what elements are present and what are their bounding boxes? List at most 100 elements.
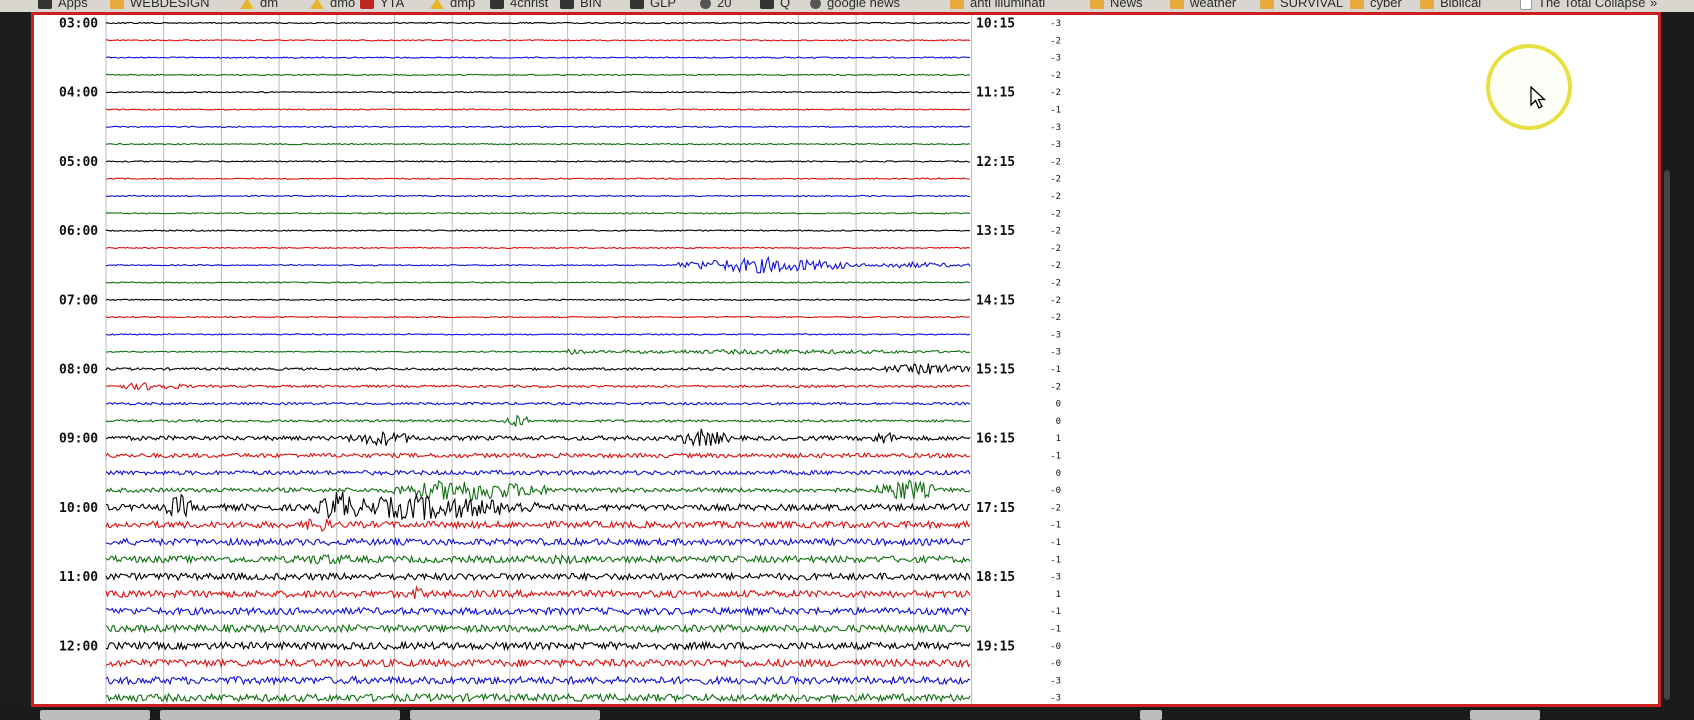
trace-scale-value: 0 <box>1056 400 1061 410</box>
bookmark-yta[interactable]: YTA <box>360 0 404 11</box>
bookmark-20[interactable]: 20 <box>700 0 731 11</box>
seismic-trace <box>105 281 971 284</box>
seismic-trace <box>105 333 971 336</box>
trace-scale-value: -2 <box>1050 175 1061 185</box>
seismic-trace <box>105 536 971 548</box>
bookmark-apps[interactable]: Apps <box>38 0 88 11</box>
taskbar-item[interactable] <box>410 710 600 720</box>
taskbar-item[interactable] <box>1140 710 1162 720</box>
trace-scale-value: -3 <box>1050 19 1061 29</box>
left-time-label: 11:00 <box>59 570 98 585</box>
seismic-trace <box>105 177 971 180</box>
bookmark-label: Apps <box>58 0 88 10</box>
trace-scale-value: -2 <box>1050 88 1061 98</box>
bookmark-label: 4christ <box>510 0 549 10</box>
seismic-trace <box>105 142 971 146</box>
left-time-label: 10:00 <box>59 501 98 516</box>
bookmark-dmo[interactable]: dmo <box>310 0 355 11</box>
seismic-trace <box>105 605 970 617</box>
folder-icon <box>1090 0 1104 10</box>
trace-scale-value: -0 <box>1050 486 1061 496</box>
bookmark-label: News <box>1110 0 1143 10</box>
seismic-trace <box>105 194 971 198</box>
seismic-trace <box>105 491 971 521</box>
mouse-cursor-icon <box>1530 86 1547 109</box>
trace-scale-value: -1 <box>1050 106 1061 116</box>
seismic-trace <box>105 623 971 634</box>
apps-grid-icon <box>38 0 52 10</box>
right-time-label: 11:15 <box>976 86 1015 101</box>
globe-icon <box>700 0 711 10</box>
helicorder-frame: 03:00 04:00 05:00 06:00 07:00 08:00 09:00 10:00… <box>31 12 1661 707</box>
bookmark-label: YTA <box>380 0 405 10</box>
bookmark-cyber[interactable]: cyber <box>1350 0 1402 11</box>
folder-icon <box>950 0 964 10</box>
left-time-label: 06:00 <box>59 224 98 239</box>
trace-scale-value: -2 <box>1050 71 1061 81</box>
trace-scale-column: -3 -2 -3 -2 -2 -1 -3 -3 -2 -2 -2 -2 -2 -2 -2 -2 -2 -2 -3 -3… <box>1050 19 1061 704</box>
trace-scale-value: -3 <box>1050 330 1061 340</box>
trace-scale-value: -2 <box>1050 261 1061 271</box>
trace-scale-value: -0 <box>1050 642 1061 652</box>
right-time-label: 16:15 <box>976 432 1015 447</box>
seismic-trace <box>105 382 971 391</box>
bookmark-biblical[interactable]: Biblical <box>1420 0 1481 11</box>
seismic-trace <box>105 229 971 232</box>
taskbar-item[interactable] <box>160 710 400 720</box>
trace-scale-value: 0 <box>1056 417 1061 427</box>
trace-scale-value: 1 <box>1056 434 1061 444</box>
bookmark-[interactable]: » <box>1650 0 1657 11</box>
bookmark-news[interactable]: News <box>1090 0 1143 11</box>
left-time-label: 05:00 <box>59 155 98 170</box>
seismic-trace <box>105 298 971 302</box>
seismic-trace <box>105 21 971 25</box>
seismic-trace <box>105 39 971 42</box>
seismic-trace <box>105 692 971 704</box>
trace-scale-value: -1 <box>1050 607 1061 617</box>
seismic-trace <box>105 469 971 477</box>
seismic-traces <box>105 21 971 704</box>
trace-scale-value: -2 <box>1050 313 1061 323</box>
bookmark-dmp[interactable]: dmp <box>430 0 475 11</box>
minute-gridlines <box>105 15 972 704</box>
trace-scale-value: -2 <box>1050 244 1061 254</box>
seismic-trace <box>105 401 971 406</box>
left-time-axis: 03:00 04:00 05:00 06:00 07:00 08:00 09:00 10:00… <box>59 17 98 655</box>
right-time-axis: 10:15 11:15 12:15 13:15 14:15 15:15 16:15 17:15… <box>976 17 1015 655</box>
bookmark-the-total-collapse[interactable]: The Total Collapse <box>1520 0 1645 11</box>
q-icon <box>760 0 774 10</box>
bookmark-bin[interactable]: BIN <box>560 0 602 11</box>
right-time-label: 18:15 <box>976 570 1015 585</box>
taskbar-item[interactable] <box>40 710 150 720</box>
trace-scale-value: -3 <box>1050 348 1061 358</box>
taskbar-item[interactable] <box>1470 710 1540 720</box>
left-time-label: 04:00 <box>59 86 98 101</box>
seismic-trace <box>105 518 971 533</box>
seismic-trace <box>105 414 971 427</box>
trace-scale-value: -0 <box>1050 659 1061 669</box>
bookmark-survival[interactable]: SURVIVAL <box>1260 0 1343 11</box>
seismic-trace <box>105 451 971 459</box>
vertical-scrollbar[interactable] <box>1664 170 1670 700</box>
folder-icon <box>1260 0 1274 10</box>
bookmark-label: cyber <box>1370 0 1402 10</box>
trace-scale-value: -1 <box>1050 452 1061 462</box>
bookmark-dm[interactable]: dm <box>240 0 278 11</box>
bookmark-google-news[interactable]: google news <box>810 0 900 11</box>
bookmark-anti-illuminati[interactable]: anti illuminati <box>950 0 1045 11</box>
bookmark-q[interactable]: Q <box>760 0 790 11</box>
bookmark-label: SURVIVAL <box>1280 0 1344 10</box>
seismic-trace <box>105 584 971 600</box>
bookmark-glp[interactable]: GLP <box>630 0 676 11</box>
bookmark-webdesign[interactable]: WEBDESIGN <box>110 0 209 11</box>
cursor-highlight-ring <box>1486 44 1572 130</box>
trace-scale-value: -3 <box>1050 123 1061 133</box>
trace-scale-value: -2 <box>1050 36 1061 46</box>
seismic-trace <box>105 657 971 669</box>
trace-scale-value: -2 <box>1050 382 1061 392</box>
bookmark-label: GLP <box>650 0 677 10</box>
bookmark-weather[interactable]: weather <box>1170 0 1236 11</box>
seismic-trace <box>105 428 971 448</box>
bookmark-4christ[interactable]: 4christ <box>490 0 548 11</box>
trace-scale-value: -3 <box>1050 694 1061 704</box>
